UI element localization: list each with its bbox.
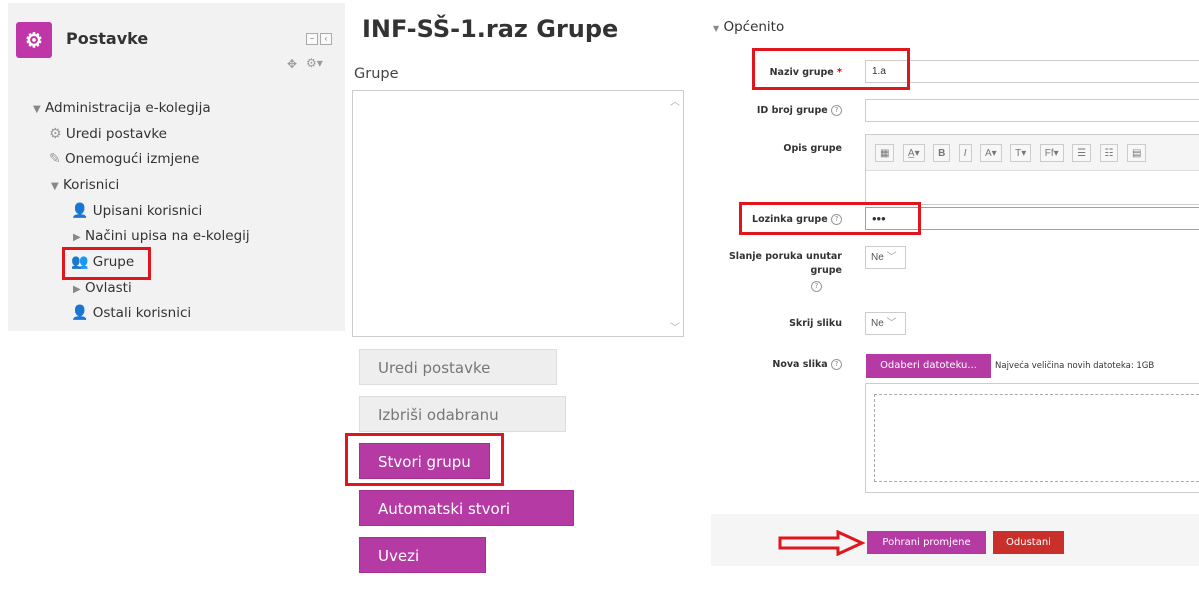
edit-group-settings-button[interactable]: Uredi postavke grupe (359, 349, 557, 413)
scroll-down-icon[interactable]: ﹀ (670, 319, 680, 334)
paragraph-style-icon[interactable]: T▾ (1010, 144, 1032, 162)
tree-label: Ostali korisnici (92, 305, 192, 321)
block-title: Postavke (66, 29, 149, 48)
idnumber-label: ID broj grupe ? (712, 105, 842, 116)
chevron-down-icon: ﹀ (886, 252, 897, 263)
tree-item-enrolled-users[interactable]: 👤 Upisani korisnici (71, 203, 202, 219)
gear-menu-icon[interactable]: ⚙▾ (306, 56, 323, 70)
dropzone-border (874, 394, 1199, 482)
idnumber-input[interactable] (865, 99, 1199, 122)
chevron-down-icon: ﹀ (886, 318, 897, 329)
gear-icon: ⚙ (49, 126, 62, 142)
hide-picture-label: Skrij sliku (789, 318, 842, 329)
tree-label: Ovlasti (85, 280, 132, 296)
collapsed-icon: ▶ (73, 232, 81, 243)
editor-toolbar: ▦ A̲▾ B I A▾ T▾ Ff▾ ☰ ☷ ▤ (866, 135, 1199, 171)
tree-item-permissions[interactable]: ▶ Ovlasti (73, 280, 132, 296)
help-icon[interactable]: ? (811, 281, 822, 292)
auto-create-groups-button[interactable]: Automatski stvori grupe (359, 490, 574, 554)
select-value: Ne (871, 318, 884, 329)
collapsed-icon: ▶ (73, 284, 81, 295)
bold-icon[interactable]: B (933, 144, 951, 162)
save-changes-button[interactable]: Pohrani promjene (867, 531, 986, 554)
max-size-note: Najveća veličina novih datoteka: 1GB (995, 361, 1155, 371)
font-size-icon[interactable]: A̲▾ (902, 144, 925, 162)
tree-label: Načini upisa na e-kolegij (85, 228, 250, 244)
expanded-icon: ▼ (33, 104, 41, 115)
user-icon: 👤 (71, 305, 89, 321)
groups-label: Grupe (354, 66, 399, 82)
users-icon: 👤 (71, 203, 89, 219)
tree-item-users[interactable]: ▼ Korisnici (51, 177, 119, 193)
delete-group-button[interactable]: Izbriši odabranu grupu (359, 396, 566, 460)
tree-item-edit-settings[interactable]: ⚙ Uredi postavke (49, 126, 167, 142)
section-header-general[interactable]: ▼ Općenito (713, 19, 784, 35)
font-color-icon[interactable]: A▾ (979, 144, 1002, 162)
tree-label: Korisnici (63, 177, 120, 193)
expanded-icon: ▼ (713, 24, 720, 33)
expanded-icon: ▼ (51, 181, 59, 192)
tree-label: Upisani korisnici (92, 203, 203, 219)
description-editor[interactable]: ▦ A̲▾ B I A▾ T▾ Ff▾ ☰ ☷ ▤ (865, 134, 1199, 205)
tree-item-enrolment-methods[interactable]: ▶ Načini upisa na e-kolegij (73, 228, 250, 244)
description-label: Opis grupe (783, 143, 842, 154)
select-value: Ne (871, 252, 884, 263)
tree-label: Administracija e-kolegija (45, 100, 211, 116)
label-text: grupe (810, 265, 843, 276)
settings-block-icon: ⚙ (16, 22, 52, 58)
unordered-list-icon[interactable]: ☰ (1072, 144, 1092, 162)
scroll-up-icon[interactable]: ︿ (670, 93, 680, 108)
toolbar-toggle-icon[interactable]: ▦ (875, 144, 895, 162)
label-text: Nova slika (772, 359, 828, 370)
file-drop-area[interactable] (865, 383, 1199, 493)
highlight-box (345, 433, 504, 486)
messaging-select[interactable]: Ne ﹀ (865, 246, 906, 269)
highlight-box (752, 48, 910, 90)
tree-item-other-users[interactable]: 👤 Ostali korisnici (71, 305, 191, 321)
import-groups-button[interactable]: Uvezi grupe (359, 537, 486, 601)
tree-label: Onemogući izmjene (65, 151, 200, 167)
italic-icon[interactable]: I (958, 144, 972, 162)
settings-block (8, 3, 345, 331)
new-picture-label: Nova slika ? (712, 359, 842, 370)
page-title: INF-SŠ-1.raz Grupe (362, 15, 619, 43)
font-family-icon[interactable]: Ff▾ (1039, 144, 1064, 162)
pencil-icon: ✎ (49, 151, 61, 167)
choose-file-button[interactable]: Odaberi datoteku... (866, 354, 991, 378)
more-icon[interactable]: ▤ (1126, 144, 1147, 162)
tree-item-turn-editing-off[interactable]: ✎ Onemogući izmjene (49, 151, 199, 167)
collapse-icon[interactable]: ‹ (320, 33, 332, 45)
label-text: Slanje poruka unutar (728, 251, 842, 262)
arrow-icon (778, 530, 866, 556)
groups-listbox[interactable]: ︿ ﹀ (352, 90, 684, 337)
ordered-list-icon[interactable]: ☷ (1099, 144, 1119, 162)
label-text: ID broj grupe (756, 105, 828, 116)
group-name-input[interactable]: 1.a (865, 60, 1199, 83)
dock-icon[interactable]: − (306, 33, 318, 45)
move-icon[interactable]: ✥ (287, 57, 297, 71)
help-icon[interactable]: ? (831, 105, 842, 116)
highlight-box (739, 202, 921, 235)
section-title: Općenito (723, 19, 785, 35)
cancel-button[interactable]: Odustani (993, 531, 1064, 554)
highlight-box (62, 247, 151, 280)
tree-item-course-admin[interactable]: ▼ Administracija e-kolegija (33, 100, 211, 116)
tree-label: Uredi postavke (65, 126, 167, 142)
help-icon[interactable]: ? (831, 359, 842, 370)
messaging-label: Slanje poruka unutar grupe ? (712, 250, 842, 294)
hide-picture-select[interactable]: Ne ﹀ (865, 312, 906, 335)
